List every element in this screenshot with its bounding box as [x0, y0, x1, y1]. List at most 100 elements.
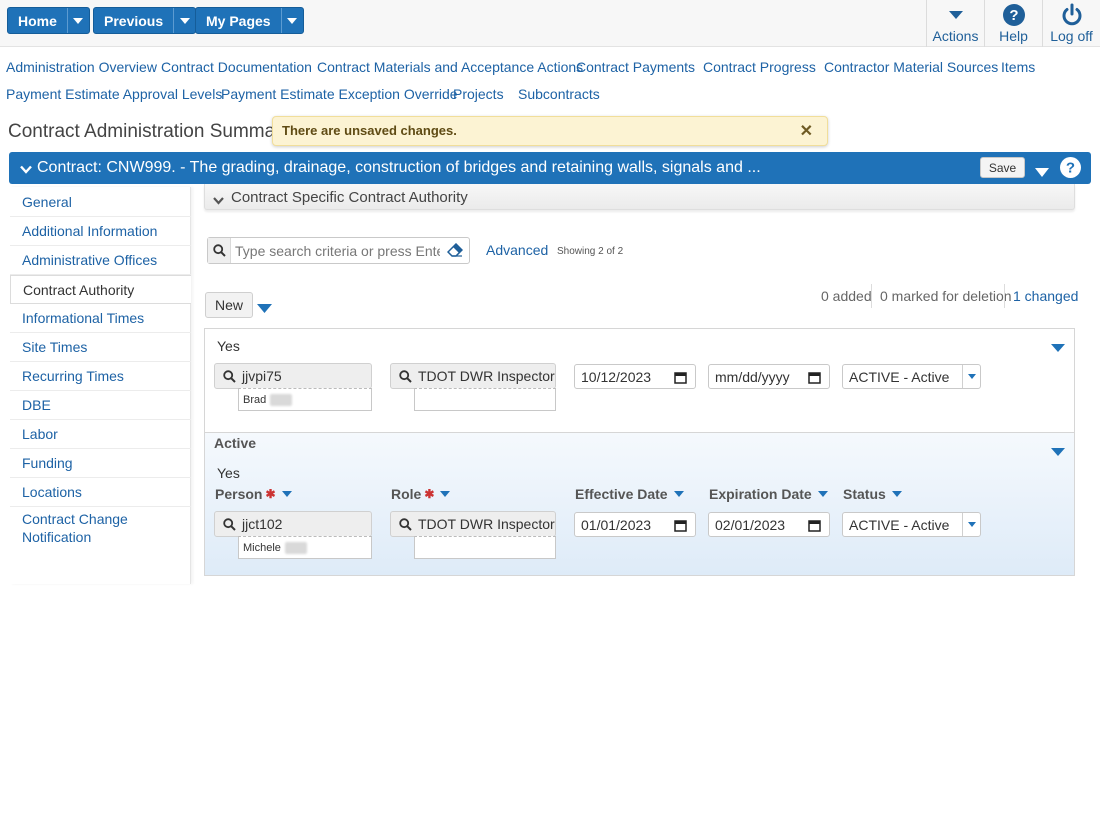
effective-date-value[interactable]: 01/01/2023 [581, 517, 651, 533]
chevron-down-icon [287, 17, 298, 24]
contract-title: Contract: CNW999. - The grading, drainag… [37, 159, 761, 176]
link-payment-estimate-exception-override[interactable]: Payment Estimate Exception Override [221, 86, 458, 102]
search-icon[interactable] [399, 518, 412, 534]
power-icon [1060, 2, 1084, 28]
sidebar-item-site-times[interactable]: Site Times [10, 333, 191, 362]
advanced-search-link[interactable]: Advanced [486, 242, 548, 258]
status-value[interactable]: ACTIVE - Active [849, 517, 949, 533]
eraser-icon[interactable] [446, 242, 464, 260]
chevron-down-icon[interactable] [281, 491, 292, 497]
chevron-down-icon[interactable] [440, 491, 451, 497]
sidebar-item-additional-information[interactable]: Additional Information [10, 217, 191, 246]
link-items[interactable]: Items [1001, 59, 1035, 75]
sidebar-item-informational-times[interactable]: Informational Times [10, 304, 191, 333]
effective-date-field[interactable]: 10/12/2023 [574, 364, 696, 389]
my-pages-label[interactable]: My Pages [196, 8, 281, 33]
person-first-name: Brad [243, 393, 267, 406]
sidebar-item-funding[interactable]: Funding [10, 449, 191, 478]
my-pages-dropdown[interactable] [280, 8, 303, 33]
calendar-icon[interactable] [674, 371, 687, 387]
person-field[interactable]: jjvpi75 [214, 363, 372, 389]
calendar-icon[interactable] [674, 519, 687, 535]
role-value[interactable]: TDOT DWR Inspector [418, 368, 555, 384]
sidebar: General Additional Information Administr… [10, 187, 191, 584]
previous-dropdown[interactable] [173, 8, 195, 33]
home-dropdown[interactable] [66, 8, 89, 33]
active-value: Yes [217, 338, 240, 354]
search-icon[interactable] [223, 370, 236, 386]
actions-button[interactable]: Actions [926, 0, 984, 47]
sidebar-item-contract-change-notification[interactable]: Contract Change Notification [10, 510, 150, 550]
expiration-date-value[interactable]: 02/01/2023 [715, 517, 785, 533]
link-contractor-material-sources[interactable]: Contractor Material Sources [824, 59, 998, 75]
table-row[interactable]: Yes jjvpi75 Brad TDOT DWR Inspector 10/1… [204, 328, 1075, 433]
calendar-icon[interactable] [808, 519, 821, 535]
role-field[interactable]: TDOT DWR Inspector [390, 511, 556, 537]
changed-count[interactable]: 1 changed [1013, 288, 1078, 304]
link-payment-estimate-approval-levels[interactable]: Payment Estimate Approval Levels [6, 86, 222, 102]
active-label: Active [214, 435, 257, 451]
sidebar-item-dbe[interactable]: DBE [10, 391, 191, 420]
sidebar-item-labor[interactable]: Labor [10, 420, 191, 449]
new-button[interactable]: New [205, 292, 253, 318]
chevron-down-icon[interactable] [1035, 164, 1049, 180]
search-input[interactable] [235, 241, 440, 260]
help-label[interactable]: Help [999, 28, 1028, 44]
table-row[interactable]: Active Yes Person ✱ Role ✱ Effective Date … [204, 432, 1075, 576]
save-button[interactable]: Save [980, 157, 1025, 178]
sidebar-item-recurring-times[interactable]: Recurring Times [10, 362, 191, 391]
expiration-date-field[interactable]: 02/01/2023 [708, 512, 830, 537]
chevron-down-icon[interactable] [1051, 443, 1065, 459]
chevron-down-icon[interactable] [673, 491, 684, 497]
expiration-date-header-label: Expiration Date [709, 486, 812, 502]
sidebar-item-administrative-offices[interactable]: Administrative Offices [10, 246, 191, 275]
role-value[interactable]: TDOT DWR Inspector [418, 516, 555, 532]
chevron-down-icon[interactable] [1051, 339, 1065, 355]
search-icon[interactable] [399, 370, 412, 386]
required-asterisk: ✱ [424, 487, 435, 501]
sidebar-item-contract-authority[interactable]: Contract Authority [10, 275, 191, 304]
person-field[interactable]: jjct102 [214, 511, 372, 537]
role-field[interactable]: TDOT DWR Inspector [390, 363, 556, 389]
effective-date-value[interactable]: 10/12/2023 [581, 369, 651, 385]
link-contract-payments[interactable]: Contract Payments [576, 59, 695, 75]
chevron-down-icon[interactable] [962, 365, 980, 388]
link-contract-documentation[interactable]: Contract Documentation [161, 59, 312, 75]
help-icon[interactable]: ? [1059, 156, 1082, 182]
search-icon[interactable] [208, 238, 231, 263]
logoff-button[interactable]: Log off [1042, 0, 1100, 47]
help-button[interactable]: ? Help [984, 0, 1042, 47]
status-select[interactable]: ACTIVE - Active [842, 512, 981, 537]
effective-date-field[interactable]: 01/01/2023 [574, 512, 696, 537]
chevron-down-icon[interactable] [257, 300, 272, 316]
status-value[interactable]: ACTIVE - Active [849, 369, 949, 385]
link-contract-materials[interactable]: Contract Materials and Acceptance Action… [317, 59, 583, 75]
my-pages-button[interactable]: My Pages [195, 7, 304, 34]
expiration-date-field[interactable]: mm/dd/yyyy [708, 364, 830, 389]
search-box [207, 237, 470, 264]
chevron-down-icon[interactable] [962, 513, 980, 536]
link-subcontracts[interactable]: Subcontracts [518, 86, 600, 102]
previous-button[interactable]: Previous [93, 7, 197, 34]
home-button[interactable]: Home [7, 7, 90, 34]
home-label[interactable]: Home [8, 8, 67, 33]
person-value[interactable]: jjvpi75 [242, 368, 282, 384]
link-administration-overview[interactable]: Administration Overview [6, 59, 157, 75]
chevron-down-icon[interactable] [20, 161, 32, 177]
sidebar-item-general[interactable]: General [10, 187, 191, 217]
chevron-down-icon[interactable] [891, 491, 902, 497]
expiration-date-value[interactable]: mm/dd/yyyy [715, 369, 790, 385]
actions-label[interactable]: Actions [933, 28, 979, 44]
previous-label[interactable]: Previous [94, 8, 173, 33]
link-contract-progress[interactable]: Contract Progress [703, 59, 816, 75]
search-icon[interactable] [223, 518, 236, 534]
status-select[interactable]: ACTIVE - Active [842, 364, 981, 389]
person-value[interactable]: jjct102 [242, 516, 282, 532]
chevron-down-icon[interactable] [817, 491, 828, 497]
link-projects[interactable]: Projects [453, 86, 504, 102]
section-header[interactable]: Contract Specific Contract Authority [204, 184, 1075, 210]
calendar-icon[interactable] [808, 371, 821, 387]
close-icon[interactable]: ✕ [800, 124, 813, 140]
sidebar-item-locations[interactable]: Locations [10, 478, 191, 507]
logoff-label[interactable]: Log off [1050, 28, 1093, 44]
